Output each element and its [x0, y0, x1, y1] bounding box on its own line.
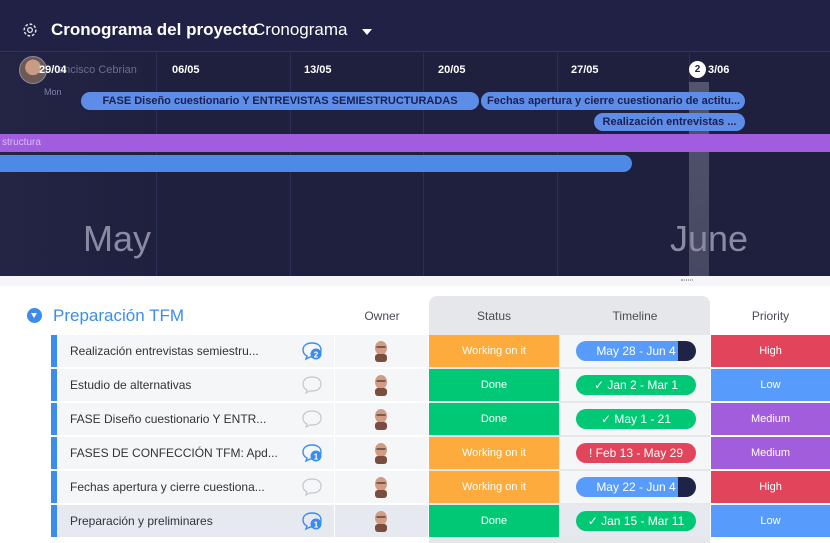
person-avatar — [375, 511, 387, 532]
month-label: May — [83, 218, 152, 259]
date-label: 29/04 — [39, 64, 67, 76]
item-name[interactable]: Realización entrevistas semiestru... — [57, 335, 334, 367]
project-title: Cronograma del proyecto — [51, 20, 258, 39]
timeline-pill[interactable]: May 22 - Jun 4 — [576, 477, 696, 497]
status-cell[interactable]: Working on it — [429, 437, 559, 469]
item-name[interactable]: Estudio de alternativas — [57, 369, 334, 401]
speech-bubble-icon[interactable] — [301, 409, 323, 429]
owner-cell[interactable] — [335, 437, 428, 469]
date-label: 13/05 — [304, 64, 332, 76]
person-avatar — [375, 341, 387, 362]
column-header-owner[interactable]: Owner — [352, 309, 412, 323]
timeline-cell[interactable]: ! Feb 13 - May 29 — [560, 437, 710, 469]
table-row[interactable]: FASES DE CONFECCIÓN TFM: Apd... 1 Workin… — [51, 437, 830, 469]
person-avatar — [375, 375, 387, 396]
timeline-view: Cronograma del proyecto Cronograma ancis… — [0, 0, 830, 276]
timeline-cell[interactable]: ✓ Jan 2 - Mar 1 — [560, 369, 710, 401]
timeline-bar[interactable] — [0, 155, 632, 172]
gear-icon[interactable] — [21, 21, 39, 39]
table-row[interactable]: Estudio de alternativas Done ✓ Jan 2 - M… — [51, 369, 830, 401]
person-avatar — [375, 477, 387, 498]
collapse-group-icon[interactable] — [27, 308, 42, 323]
status-cell[interactable]: Working on it — [429, 335, 559, 367]
chevron-down-icon[interactable] — [362, 29, 372, 35]
speech-bubble-icon[interactable] — [301, 375, 323, 395]
drag-handle-icon[interactable] — [681, 279, 693, 281]
priority-cell[interactable]: High — [711, 335, 830, 367]
update-count: 1 — [314, 452, 319, 461]
priority-cell[interactable]: Low — [711, 369, 830, 401]
column-header-priority[interactable]: Priority — [711, 309, 830, 323]
timeline-pill[interactable]: ! Feb 13 - May 29 — [576, 443, 696, 463]
item-name[interactable]: Fechas apertura y cierre cuestiona... — [57, 471, 334, 503]
priority-cell[interactable]: Medium — [711, 437, 830, 469]
owner-cell[interactable] — [335, 369, 428, 401]
item-name[interactable]: FASE Diseño cuestionario Y ENTR... — [57, 403, 334, 435]
date-label: 27/05 — [571, 64, 599, 76]
speech-bubble-icon[interactable] — [301, 477, 323, 497]
timeline-cell[interactable]: May 22 - Jun 4 — [560, 471, 710, 503]
timeline-cell[interactable]: May 28 - Jun 4 — [560, 335, 710, 367]
person-avatar — [375, 409, 387, 430]
group-title[interactable]: Preparación TFM — [53, 306, 184, 326]
view-selector[interactable]: Cronograma — [253, 20, 348, 40]
status-cell[interactable]: Done — [429, 505, 559, 537]
timeline-cell[interactable]: ✓ May 1 - 21 — [560, 403, 710, 435]
column-header-timeline[interactable]: Timeline — [560, 309, 710, 323]
column-header-status[interactable]: Status — [429, 309, 559, 323]
day-label: Mon — [44, 87, 62, 97]
status-cell[interactable]: Working on it — [429, 471, 559, 503]
speech-bubble-icon[interactable]: 1 — [301, 511, 323, 531]
today-badge: 2 — [689, 61, 706, 78]
timeline-pill[interactable]: May 28 - Jun 4 — [576, 341, 696, 361]
table-row[interactable]: FASE Diseño cuestionario Y ENTR... Done … — [51, 403, 830, 435]
user-name: ancisco Cebrian — [58, 64, 137, 76]
speech-bubble-icon[interactable]: 1 — [301, 443, 323, 463]
date-label: 20/05 — [438, 64, 466, 76]
owner-cell[interactable] — [335, 335, 428, 367]
owner-cell[interactable] — [335, 505, 428, 537]
date-label: 3/06 — [708, 64, 730, 76]
timeline-cell[interactable]: ✓ Jan 15 - Mar 11 — [560, 505, 710, 537]
resize-divider[interactable] — [0, 276, 830, 286]
status-cell[interactable]: Done — [429, 403, 559, 435]
timeline-pill[interactable]: ✓ May 1 - 21 — [576, 409, 696, 429]
item-name[interactable]: Preparación y preliminares — [57, 505, 334, 537]
owner-cell[interactable] — [335, 403, 428, 435]
update-count: 2 — [314, 350, 319, 359]
month-label: June — [670, 218, 749, 259]
item-name[interactable]: FASES DE CONFECCIÓN TFM: Apd... — [57, 437, 334, 469]
board-header: Cronograma del proyecto Cronograma — [0, 0, 830, 52]
priority-cell[interactable]: High — [711, 471, 830, 503]
timeline-bar[interactable]: structura — [0, 134, 830, 152]
date-label: 06/05 — [172, 64, 200, 76]
priority-cell[interactable]: Medium — [711, 403, 830, 435]
timeline-bar[interactable]: FASE Diseño cuestionario Y ENTREVISTAS S… — [81, 92, 479, 110]
table-row[interactable]: Preparación y preliminares 1 Done ✓ Jan … — [51, 505, 830, 537]
table-row[interactable]: Realización entrevistas semiestru... 2 W… — [51, 335, 830, 367]
owner-cell[interactable] — [335, 471, 428, 503]
timeline-pill[interactable]: ✓ Jan 2 - Mar 1 — [576, 375, 696, 395]
timeline-bar[interactable]: Realización entrevistas ... — [594, 113, 745, 131]
table-row[interactable]: Fechas apertura y cierre cuestiona... Wo… — [51, 471, 830, 503]
status-cell[interactable]: Done — [429, 369, 559, 401]
timeline-pill[interactable]: ✓ Jan 15 - Mar 11 — [576, 511, 696, 531]
person-avatar — [375, 443, 387, 464]
update-count: 1 — [314, 520, 319, 529]
priority-cell[interactable]: Low — [711, 505, 830, 537]
timeline-bar[interactable]: Fechas apertura y cierre cuestionario de… — [481, 92, 745, 110]
speech-bubble-icon[interactable]: 2 — [301, 341, 323, 361]
